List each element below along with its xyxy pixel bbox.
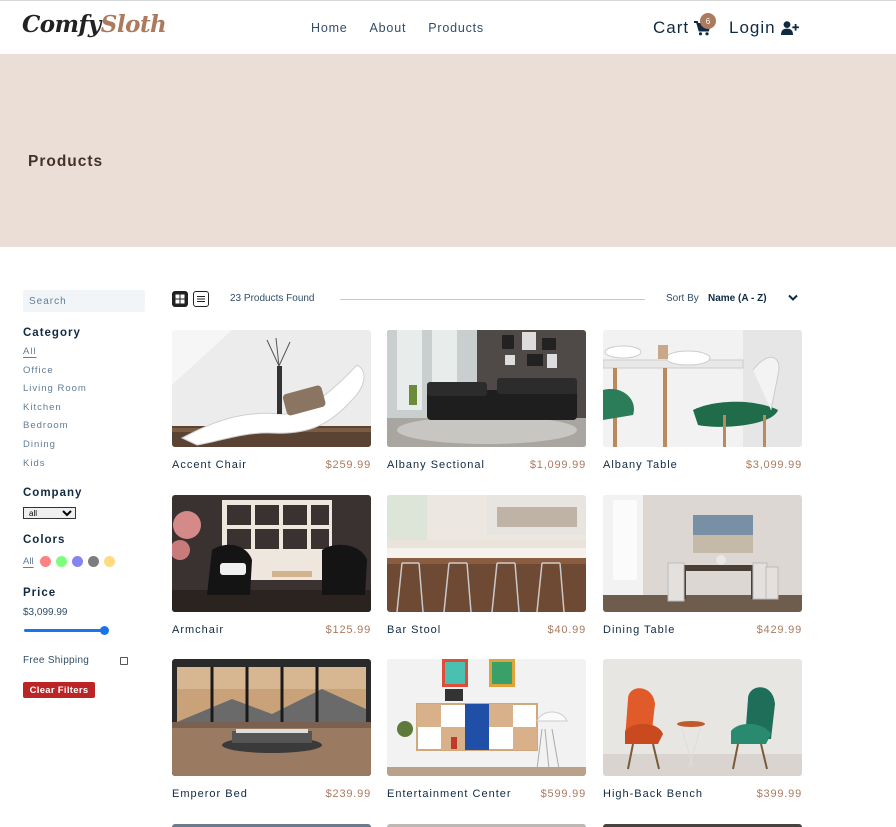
- product-image-high-back-bench[interactable]: [603, 659, 802, 776]
- product-card[interactable]: High-Back Bench $399.99: [603, 659, 802, 800]
- free-shipping-checkbox[interactable]: [120, 657, 128, 665]
- product-image-armchair[interactable]: [172, 495, 371, 612]
- product-name: Dining Table: [603, 624, 676, 636]
- product-card[interactable]: Accent Chair $259.99: [172, 330, 371, 471]
- cart-label: Cart: [653, 18, 690, 37]
- product-name: Armchair: [172, 624, 225, 636]
- product-name: Accent Chair: [172, 459, 247, 471]
- price-heading: Price: [23, 587, 57, 599]
- product-name: High-Back Bench: [603, 788, 703, 800]
- product-price: $399.99: [756, 788, 802, 800]
- product-card[interactable]: Albany Table $3,099.99: [603, 330, 802, 471]
- category-item-kids[interactable]: Kids: [23, 456, 87, 475]
- grid-view-button[interactable]: [172, 291, 188, 307]
- page-hero: Products: [0, 54, 896, 247]
- color-filter-row: All: [23, 556, 120, 567]
- product-price: $1,099.99: [529, 459, 586, 471]
- page-title: Products: [28, 153, 104, 170]
- company-select[interactable]: all: [23, 507, 76, 519]
- product-card[interactable]: Albany Sectional $1,099.99: [387, 330, 586, 471]
- price-value: $3,099.99: [23, 607, 68, 618]
- category-item-dining[interactable]: Dining: [23, 437, 87, 456]
- category-item-kitchen[interactable]: Kitchen: [23, 400, 87, 419]
- sort-divider: [340, 299, 645, 300]
- color-swatch-gray[interactable]: [87, 556, 99, 567]
- sort-select[interactable]: Name (A - Z): [708, 293, 767, 304]
- product-price: $259.99: [325, 459, 371, 471]
- price-slider-track: [24, 629, 104, 632]
- color-swatch-red[interactable]: [39, 556, 51, 567]
- free-shipping-label: Free Shipping: [23, 655, 90, 666]
- product-image-accent-chair[interactable]: [172, 330, 371, 447]
- clear-filters-button[interactable]: Clear Filters: [23, 682, 95, 698]
- category-list: All Office Living Room Kitchen Bedroom D…: [23, 344, 87, 474]
- list-view-button[interactable]: [193, 291, 209, 307]
- navbar: ComfySloth Home About Products Cart 6 Lo…: [0, 0, 896, 54]
- nav-link-home[interactable]: Home: [311, 21, 348, 35]
- product-price: $599.99: [540, 788, 586, 800]
- product-price: $3,099.99: [745, 459, 802, 471]
- login-button[interactable]: Login: [729, 18, 799, 38]
- category-item-bedroom[interactable]: Bedroom: [23, 418, 87, 437]
- user-plus-icon: [780, 21, 799, 35]
- category-item-living-room[interactable]: Living Room: [23, 381, 87, 400]
- product-price: $40.99: [547, 624, 586, 636]
- cart-count-badge: 6: [700, 13, 716, 29]
- nav-link-products[interactable]: Products: [428, 21, 484, 35]
- product-card[interactable]: Armchair $125.99: [172, 495, 371, 636]
- color-swatch-blue[interactable]: [71, 556, 83, 567]
- product-image-emperor-bed[interactable]: [172, 659, 371, 776]
- logo-text-comfy: Comfy: [22, 11, 101, 38]
- category-heading: Category: [23, 327, 81, 339]
- category-item-all[interactable]: All: [23, 344, 87, 363]
- products-found-count: 23 Products Found: [230, 293, 315, 304]
- price-slider-thumb[interactable]: [100, 626, 109, 635]
- logo[interactable]: ComfySloth: [22, 11, 167, 38]
- color-all-button[interactable]: All: [23, 556, 34, 567]
- price-slider[interactable]: [24, 626, 109, 635]
- search-input[interactable]: [23, 290, 145, 312]
- category-item-office[interactable]: Office: [23, 363, 87, 382]
- product-price: $429.99: [756, 624, 802, 636]
- product-card[interactable]: Bar Stool $40.99: [387, 495, 586, 636]
- color-swatch-green[interactable]: [55, 556, 67, 567]
- grid-icon: [175, 294, 185, 304]
- product-card[interactable]: Dining Table $429.99: [603, 495, 802, 636]
- product-image-bar-stool[interactable]: [387, 495, 586, 612]
- product-price: $239.99: [325, 788, 371, 800]
- chevron-down-icon[interactable]: [788, 294, 798, 302]
- nav-links: Home About Products: [311, 21, 506, 35]
- product-name: Albany Table: [603, 459, 678, 471]
- product-name: Entertainment Center: [387, 788, 512, 800]
- product-name: Emperor Bed: [172, 788, 248, 800]
- color-swatch-yellow[interactable]: [103, 556, 115, 567]
- sort-label: Sort By: [666, 293, 699, 304]
- nav-link-about[interactable]: About: [370, 21, 407, 35]
- product-name: Bar Stool: [387, 624, 442, 636]
- product-price: $125.99: [325, 624, 371, 636]
- product-image-albany-sectional[interactable]: [387, 330, 586, 447]
- product-image-entertainment-center[interactable]: [387, 659, 586, 776]
- product-card[interactable]: Entertainment Center $599.99: [387, 659, 586, 800]
- product-image-albany-table[interactable]: [603, 330, 802, 447]
- product-card[interactable]: Emperor Bed $239.99: [172, 659, 371, 800]
- product-image-dining-table[interactable]: [603, 495, 802, 612]
- list-icon: [197, 296, 205, 302]
- logo-text-sloth: Sloth: [100, 11, 167, 38]
- company-heading: Company: [23, 487, 83, 499]
- product-name: Albany Sectional: [387, 459, 485, 471]
- login-label: Login: [729, 18, 776, 37]
- colors-heading: Colors: [23, 534, 66, 546]
